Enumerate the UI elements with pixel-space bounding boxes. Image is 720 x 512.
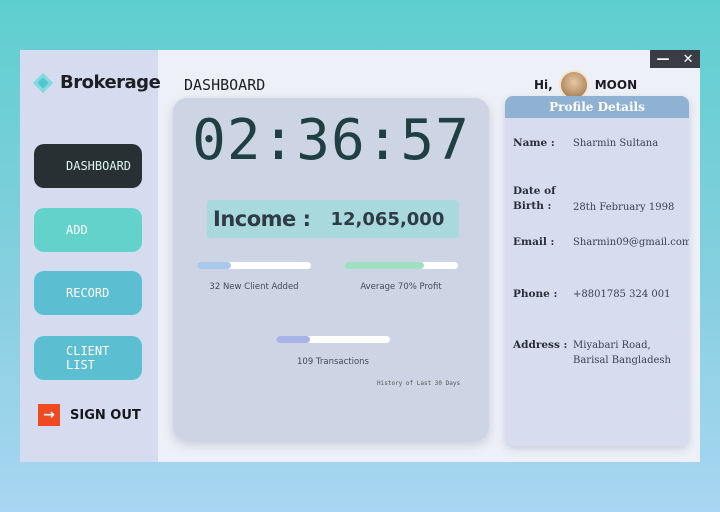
- profile-dob-value: 28th February 1998: [573, 202, 675, 213]
- income-label: Income :: [213, 207, 311, 231]
- dashboard-stats-card: 02:36:57 Income : 12,065,000 32 New Clie…: [173, 98, 489, 440]
- profile-address-value: Miyabari Road, Barisal Bangladesh: [573, 340, 671, 366]
- diamond-logo-icon: [33, 72, 53, 93]
- user-name: MOON: [594, 78, 638, 92]
- sidebar-item-client-list[interactable]: CLIENT LIST: [34, 336, 142, 380]
- profile-dob-label: Date of Birth :: [513, 185, 556, 212]
- profile-phone-value: +8801785 324 001: [573, 289, 671, 300]
- new-clients-label: 32 New Client Added: [209, 282, 299, 292]
- history-note: History of Last 30 Days: [377, 380, 461, 387]
- sidebar-item-dashboard[interactable]: DASHBOARD: [34, 144, 142, 188]
- transactions-progress: [276, 336, 390, 343]
- close-icon[interactable]: ✕: [683, 53, 694, 66]
- greeting-text: Hi,: [534, 78, 553, 92]
- income-value: 12,065,000: [330, 208, 445, 230]
- sidebar-item-record[interactable]: RECORD: [34, 271, 142, 315]
- income-box: Income : 12,065,000: [207, 200, 459, 238]
- profit-progress-fill: [344, 262, 424, 269]
- profit-label: Average 70% Profit: [360, 282, 442, 292]
- brand-logo: Brokerage: [33, 72, 161, 93]
- sidebar-item-label: DASHBOARD: [66, 159, 132, 173]
- minimize-icon[interactable]: —: [657, 53, 670, 66]
- sidebar-item-label: RECORD: [66, 286, 110, 300]
- profile-address-label: Address :: [513, 339, 568, 351]
- transactions-label: 109 Transactions: [297, 357, 369, 367]
- profile-details-title: Profile Details: [505, 96, 689, 118]
- profile-name-value: Sharmin Sultana: [573, 138, 659, 149]
- sidebar-item-add[interactable]: ADD: [34, 208, 142, 252]
- window-controls: — ✕: [650, 50, 700, 68]
- sign-out-label: SIGN OUT: [70, 407, 141, 423]
- profit-progress: [344, 262, 458, 269]
- profile-details-card: Profile Details Name : Sharmin Sultana D…: [505, 96, 689, 446]
- profile-email-label: Email :: [513, 236, 555, 248]
- profile-name-label: Name :: [513, 137, 555, 149]
- sidebar: Brokerage DASHBOARD ADD RECORD CLIENT LI…: [20, 50, 161, 462]
- sidebar-item-label: ADD: [66, 223, 88, 237]
- profile-email-value: Sharmin09@gmail.com: [573, 237, 689, 248]
- clock-display: 02:36:57: [192, 108, 470, 173]
- profile-phone-label: Phone :: [513, 288, 558, 300]
- transactions-progress-fill: [276, 336, 311, 343]
- new-clients-progress-fill: [197, 262, 232, 269]
- app-name: Brokerage: [60, 72, 161, 93]
- app-window: Brokerage DASHBOARD ADD RECORD CLIENT LI…: [20, 50, 700, 462]
- new-clients-progress: [197, 262, 311, 269]
- sign-out-arrow-icon: →: [38, 404, 60, 426]
- page-title: DASHBOARD: [184, 76, 266, 94]
- sign-out-button[interactable]: → SIGN OUT: [38, 404, 141, 426]
- sidebar-item-label: CLIENT LIST: [66, 344, 110, 372]
